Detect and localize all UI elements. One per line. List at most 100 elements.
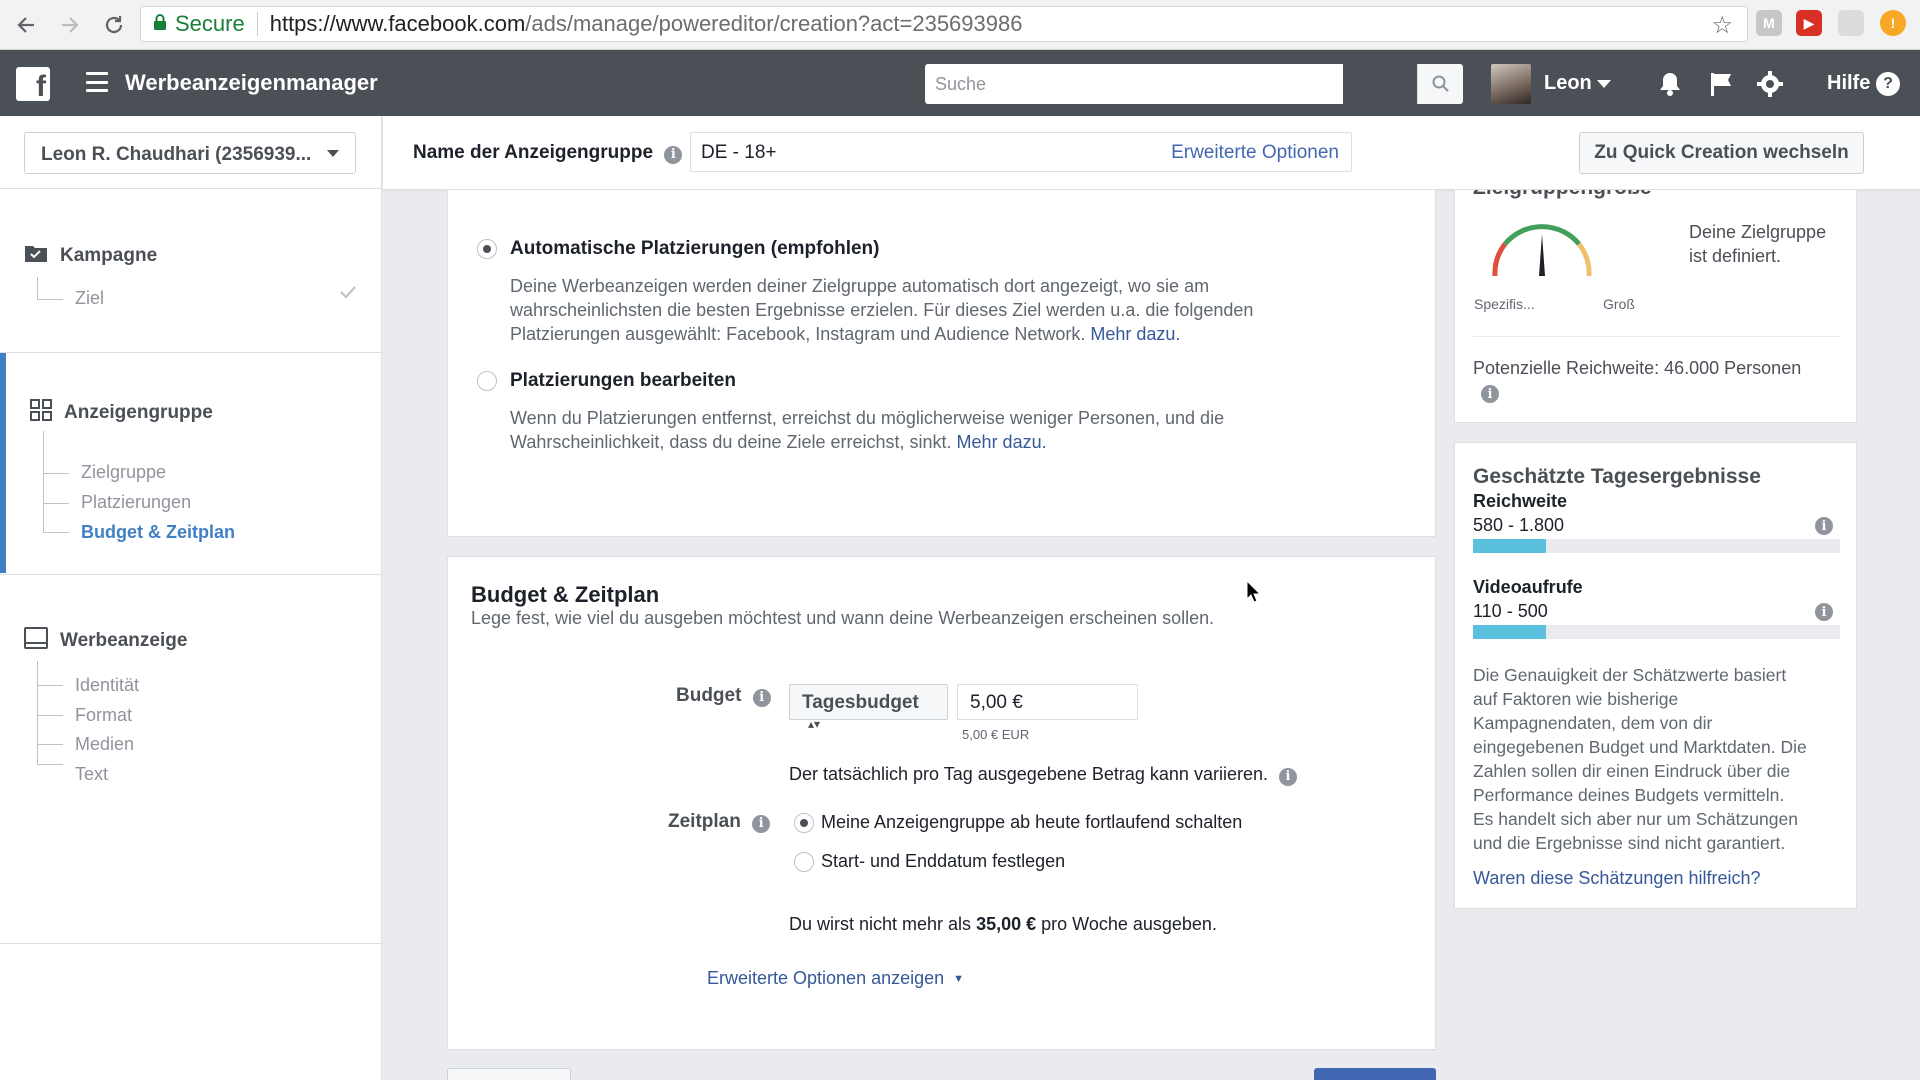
folder-check-icon <box>24 243 48 269</box>
divider <box>1473 336 1840 337</box>
avatar[interactable] <box>1491 64 1531 104</box>
estimates-disclaimer-line: Performance deines Budgets vermitteln. <box>1473 785 1785 805</box>
sidebar-item-format[interactable]: Format <box>75 705 132 726</box>
gear-icon[interactable] <box>1756 70 1784 98</box>
user-name[interactable]: Leon <box>1544 72 1592 95</box>
advanced-options-link[interactable]: Erweiterte Optionen <box>1171 142 1339 164</box>
estimates-disclaimer: Die Genauigkeit der Schätzwerte basiert … <box>1473 663 1843 855</box>
tree-line <box>43 532 69 533</box>
sidebar-item-medien[interactable]: Medien <box>75 734 134 755</box>
placement-auto-radio[interactable] <box>477 239 497 259</box>
video-views-value: 110 - 500 <box>1473 601 1548 621</box>
notifications-bell-icon[interactable] <box>1656 70 1684 98</box>
sidebar-item-budget-zeitplan[interactable]: Budget & Zeitplan <box>81 522 235 543</box>
extension-m-icon[interactable]: M <box>1756 10 1782 36</box>
search-input[interactable]: Suche <box>925 64 1343 104</box>
sidebar-item-adset[interactable]: Anzeigengruppe <box>30 399 213 427</box>
extension-alert-icon[interactable]: ! <box>1880 10 1906 36</box>
omnibox-divider <box>256 12 258 36</box>
tree-line <box>43 473 69 474</box>
flag-icon[interactable] <box>1707 70 1735 98</box>
extension-video-icon[interactable]: ▶ <box>1796 10 1822 36</box>
budget-label: Budget i <box>676 685 771 707</box>
estimates-helpful-link[interactable]: Waren diese Schätzungen hilfreich? <box>1473 868 1761 889</box>
sidebar-item-campaign[interactable]: Kampagne <box>24 243 157 269</box>
ads-manager-topbar: f Werbeanzeigenmanager Suche Leon Hilfe … <box>0 50 1920 116</box>
info-icon[interactable]: i <box>1481 385 1499 403</box>
placement-edit-radio[interactable] <box>477 371 497 391</box>
tree-line <box>43 503 69 504</box>
adset-header: Name der Anzeigengruppe i DE - 18+ Erwei… <box>383 116 1920 190</box>
budget-section-title: Budget & Zeitplan <box>471 582 660 607</box>
budget-amount-input[interactable]: 5,00 € <box>957 684 1138 720</box>
forward-icon[interactable] <box>52 7 88 43</box>
estimates-disclaimer-line: eingegebenen Budget und Marktdaten. Die <box>1473 737 1807 757</box>
placement-edit-more-link[interactable]: Mehr dazu. <box>957 432 1047 452</box>
sidebar-item-ad[interactable]: Werbeanzeige <box>24 627 187 655</box>
tree-line <box>37 299 63 300</box>
lock-icon <box>153 13 167 36</box>
daily-estimates-card: Geschätzte Tagesergebnisse Reichweite 58… <box>1454 442 1857 909</box>
continue-button[interactable] <box>1314 1068 1436 1080</box>
reload-icon[interactable] <box>96 7 132 43</box>
user-menu-chevron-down-icon[interactable] <box>1597 80 1611 88</box>
placement-auto-title[interactable]: Automatische Platzierungen (empfohlen) <box>510 238 879 260</box>
budget-type-value: Tagesbudget <box>802 692 919 713</box>
adset-name-input[interactable]: DE - 18+ Erweiterte Optionen <box>690 132 1352 172</box>
info-icon[interactable]: i <box>752 814 771 833</box>
sidebar-section-adset: Anzeigengruppe Zielgruppe Platzierungen … <box>0 352 382 574</box>
chevron-down-icon <box>327 150 339 157</box>
account-selector[interactable]: Leon R. Chaudhari (2356939... <box>24 132 356 174</box>
schedule-continuous-radio[interactable] <box>794 813 814 833</box>
video-views-bar <box>1473 625 1840 639</box>
reach-label: Reichweite <box>1473 491 1568 511</box>
sidebar-item-platzierungen[interactable]: Platzierungen <box>81 492 191 513</box>
info-icon[interactable]: i <box>1815 603 1833 621</box>
schedule-continuous-label[interactable]: Meine Anzeigengruppe ab heute fortlaufen… <box>821 812 1242 833</box>
info-icon[interactable]: i <box>664 145 683 164</box>
placement-auto-more-link[interactable]: Mehr dazu. <box>1090 324 1180 344</box>
menu-icon[interactable] <box>86 72 108 92</box>
placement-auto-desc-line: Platzierungen ausgewählt: Facebook, Inst… <box>510 324 1086 344</box>
show-advanced-options-link[interactable]: Erweiterte Optionen anzeigen ▼ <box>707 968 964 989</box>
video-views-bar-fill <box>1473 625 1547 639</box>
placement-edit-title[interactable]: Platzierungen bearbeiten <box>510 370 736 392</box>
schedule-dates-label[interactable]: Start- und Enddatum festlegen <box>821 851 1065 872</box>
adset-name-value: DE - 18+ <box>701 142 777 163</box>
adset-name-label: Name der Anzeigengruppe i <box>413 142 683 164</box>
extension-feather-icon[interactable] <box>1838 10 1864 36</box>
address-bar[interactable]: Secure https://www.facebook.com/ads/mana… <box>140 6 1748 42</box>
tree-line <box>37 685 63 686</box>
info-icon[interactable]: i <box>1278 767 1297 786</box>
sidebar-label-campaign: Kampagne <box>60 245 158 266</box>
back-button[interactable] <box>447 1068 571 1080</box>
estimates-disclaimer-line: Die Genauigkeit der Schätzwerte basiert <box>1473 665 1787 685</box>
schedule-dates-radio[interactable] <box>794 852 814 872</box>
sidebar-label-ad: Werbeanzeige <box>60 630 188 651</box>
facebook-logo-icon[interactable]: f <box>16 67 50 101</box>
sidebar-item-identitaet[interactable]: Identität <box>75 675 139 696</box>
grid-icon <box>30 399 52 427</box>
audience-size-card: Zielgruppengröße Spezifis... Groß Deine … <box>1454 190 1857 423</box>
info-icon[interactable]: i <box>1815 517 1833 535</box>
help-link[interactable]: Hilfe <box>1827 72 1870 95</box>
sidebar-item-zielgruppe[interactable]: Zielgruppe <box>81 462 166 483</box>
estimates-disclaimer-line: auf Faktoren wie bisherige <box>1473 689 1679 709</box>
sidebar-item-ziel[interactable]: Ziel <box>75 288 104 309</box>
potential-reach: Potenzielle Reichweite: 46.000 Personen <box>1473 358 1802 378</box>
sidebar: Leon R. Chaudhari (2356939... Kampagne Z… <box>0 116 382 1080</box>
back-icon[interactable] <box>8 7 44 43</box>
budget-type-select[interactable]: Tagesbudget ▴▾ <box>789 684 948 731</box>
bookmark-star-icon[interactable]: ☆ <box>1711 11 1733 40</box>
sidebar-item-text[interactable]: Text <box>75 764 108 785</box>
placement-edit-desc-line: Wenn du Platzierungen entfernst, erreich… <box>510 408 1225 428</box>
info-icon[interactable]: i <box>752 688 771 707</box>
placement-edit-desc-line: Wahrscheinlichkeit, dass du deine Ziele … <box>510 432 952 452</box>
quick-creation-button[interactable]: Zu Quick Creation wechseln <box>1579 132 1864 174</box>
active-indicator <box>0 353 6 573</box>
help-question-icon[interactable]: ? <box>1876 72 1900 96</box>
search-icon[interactable] <box>1417 64 1463 104</box>
tree-line <box>37 661 38 764</box>
tree-line <box>37 715 63 716</box>
daily-estimates-title: Geschätzte Tagesergebnisse <box>1473 465 1761 488</box>
